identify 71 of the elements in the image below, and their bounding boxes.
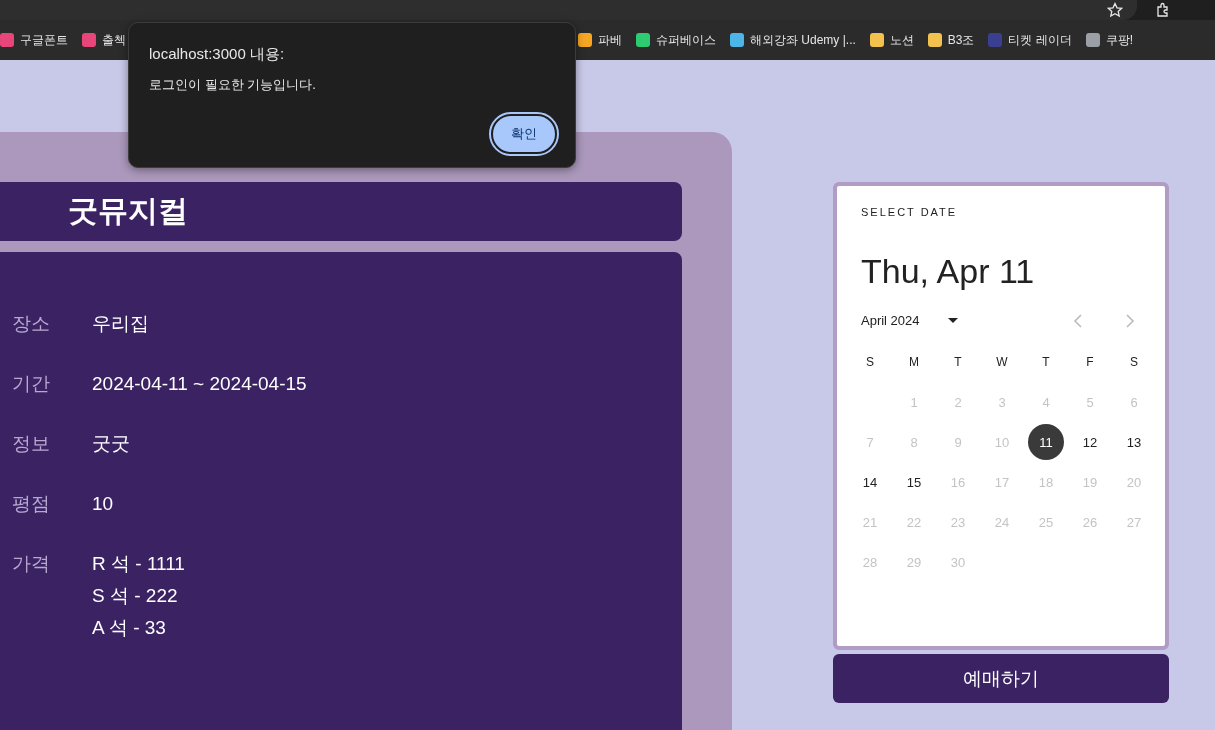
alert-message: 로그인이 필요한 기능입니다. xyxy=(149,76,317,94)
day-button: 2 xyxy=(940,384,976,420)
day-button[interactable]: 15 xyxy=(896,464,932,500)
day-button[interactable]: 14 xyxy=(852,464,888,500)
info-value: A 석 - 33 xyxy=(92,616,167,640)
ok-button[interactable]: 확인 xyxy=(491,114,557,154)
star-icon[interactable] xyxy=(1107,2,1123,18)
selected-date: Thu, Apr 11 xyxy=(861,252,1036,291)
day-button: 1 xyxy=(896,384,932,420)
weekday-label: S xyxy=(1129,354,1139,371)
day-button: 4 xyxy=(1028,384,1064,420)
day-button: 5 xyxy=(1072,384,1108,420)
info-label: 가격 xyxy=(11,552,51,576)
book-button[interactable]: 예매하기 xyxy=(833,654,1169,703)
day-button: 19 xyxy=(1072,464,1108,500)
bookmark[interactable]: 출첵 xyxy=(82,31,126,49)
bookmark[interactable]: 쿠팡! xyxy=(1085,31,1134,49)
day-button: 24 xyxy=(984,504,1020,540)
bookmark[interactable]: 티켓 레이더 xyxy=(988,31,1072,49)
info-label: 장소 xyxy=(11,312,51,336)
day-button: 16 xyxy=(940,464,976,500)
weekday-label: T xyxy=(953,354,963,371)
day-button: 10 xyxy=(984,424,1020,460)
day-button[interactable]: 13 xyxy=(1116,424,1152,460)
weekday-label: F xyxy=(1085,354,1095,371)
info-value: 굿굿 xyxy=(92,432,130,456)
day-button[interactable]: 12 xyxy=(1072,424,1108,460)
next-month-icon[interactable] xyxy=(1125,313,1135,328)
day-button: 9 xyxy=(940,424,976,460)
info-label: 기간 xyxy=(11,372,51,396)
weekday-label: T xyxy=(1041,354,1051,371)
weekday-label: M xyxy=(908,354,920,371)
weekday-label: W xyxy=(995,354,1009,371)
month-select[interactable]: April 2024 xyxy=(861,313,958,328)
bookmark[interactable]: 노션 xyxy=(869,31,914,49)
day-button: 25 xyxy=(1028,504,1064,540)
day-button: 23 xyxy=(940,504,976,540)
day-button: 17 xyxy=(984,464,1020,500)
info-value: R 석 - 1111 xyxy=(92,552,185,576)
caret-icon xyxy=(947,318,958,323)
day-button: 21 xyxy=(852,504,888,540)
bookmark[interactable]: 파베 xyxy=(578,31,622,49)
picker-heading: SELECT DATE xyxy=(861,206,959,218)
info-value: 10 xyxy=(92,492,114,516)
bookmark[interactable]: 해외강좌 Udemy |... xyxy=(730,31,856,49)
day-button: 6 xyxy=(1116,384,1152,420)
day-button: 20 xyxy=(1116,464,1152,500)
info-value: S 석 - 222 xyxy=(92,584,179,608)
show-title: 굿뮤지컬 xyxy=(68,193,188,229)
day-button: 8 xyxy=(896,424,932,460)
bookmark[interactable]: 슈퍼베이스 xyxy=(636,31,716,49)
bookmark[interactable]: B3조 xyxy=(927,31,975,49)
day-button: 22 xyxy=(896,504,932,540)
alert-title: localhost:3000 내용: xyxy=(149,45,286,64)
previous-month-icon[interactable] xyxy=(1073,313,1083,328)
day-button: 29 xyxy=(896,544,932,580)
bookmark[interactable]: 구글폰트 xyxy=(0,31,68,49)
day-button: 30 xyxy=(940,544,976,580)
day-button[interactable]: 11 xyxy=(1028,424,1064,460)
day-button: 18 xyxy=(1028,464,1064,500)
info-label: 평점 xyxy=(11,492,51,516)
day-button: 7 xyxy=(852,424,888,460)
day-button: 26 xyxy=(1072,504,1108,540)
day-button: 27 xyxy=(1116,504,1152,540)
day-button: 28 xyxy=(852,544,888,580)
info-label: 정보 xyxy=(11,432,51,456)
extensions-icon[interactable] xyxy=(1155,2,1171,18)
day-button: 3 xyxy=(984,384,1020,420)
info-value: 우리집 xyxy=(92,312,149,336)
weekday-label: S xyxy=(865,354,875,371)
info-value: 2024-04-11 ~ 2024-04-15 xyxy=(92,372,307,396)
